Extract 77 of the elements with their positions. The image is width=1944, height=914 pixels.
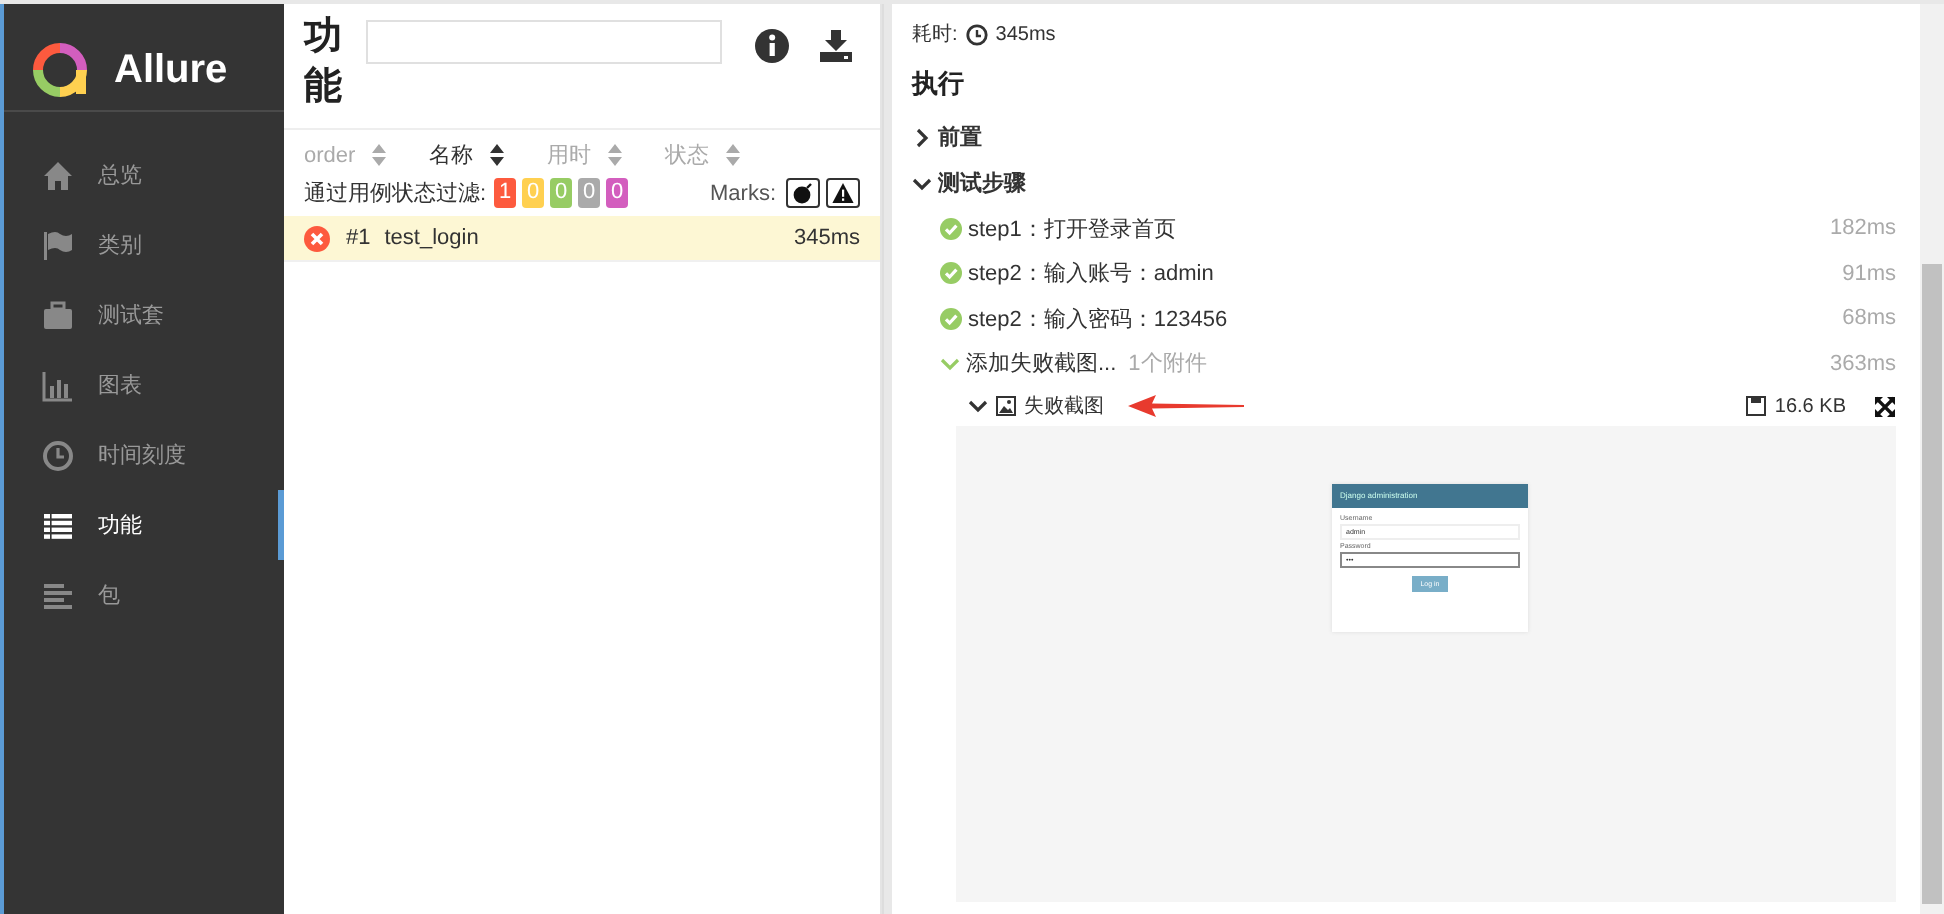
sort-icon bbox=[607, 144, 622, 167]
sort-icon bbox=[489, 144, 504, 167]
marks-label: Marks: bbox=[710, 181, 776, 206]
step-duration: 363ms bbox=[1829, 351, 1896, 376]
attachment-size: 16.6 KB bbox=[1774, 395, 1846, 417]
sort-header[interactable]: order bbox=[304, 140, 386, 171]
bomb-icon bbox=[792, 182, 814, 205]
known-issue-mark-button[interactable] bbox=[826, 178, 860, 209]
flag-icon bbox=[42, 229, 74, 261]
sidebar-item[interactable]: 功能 bbox=[4, 490, 284, 560]
warning-icon bbox=[832, 182, 854, 205]
chevron-right-icon bbox=[912, 127, 932, 147]
duration-value: 345ms bbox=[995, 23, 1056, 45]
sort-header[interactable]: 状态 bbox=[665, 140, 740, 171]
filter-label: 通过用例状态过滤: bbox=[304, 179, 487, 209]
step-duration: 182ms bbox=[1829, 216, 1896, 241]
failed-icon bbox=[304, 225, 330, 252]
step-name: step2：输入密码：123456 bbox=[968, 305, 1228, 334]
status-filter[interactable]: 1 bbox=[494, 178, 517, 209]
passed-icon bbox=[940, 217, 962, 240]
passed-icon bbox=[940, 307, 962, 330]
section-title: 执行 bbox=[912, 66, 966, 102]
sidebar-item[interactable]: 包 bbox=[4, 560, 284, 630]
logo-icon bbox=[32, 42, 88, 98]
download-icon bbox=[818, 28, 854, 64]
home-icon bbox=[42, 159, 74, 191]
sidebar-item[interactable]: 测试套 bbox=[4, 280, 284, 350]
step-row[interactable]: step2：输入账号：admin 91ms bbox=[912, 251, 1896, 296]
step-name: step1：打开登录首页 bbox=[968, 215, 1176, 244]
attachment-name: 失败截图 bbox=[1024, 393, 1104, 420]
align-left-icon bbox=[42, 579, 74, 611]
annotation-arrow-icon bbox=[1128, 394, 1248, 418]
group-header[interactable]: 测试步骤 bbox=[912, 160, 1896, 206]
step-row[interactable]: step2：输入密码：123456 68ms bbox=[912, 296, 1896, 341]
attachment-row[interactable]: 失败截图 16.6 KB bbox=[912, 386, 1896, 426]
sort-header[interactable]: 用时 bbox=[547, 140, 622, 171]
group-header[interactable]: 前置 bbox=[912, 114, 1896, 160]
bar-chart-icon bbox=[42, 369, 74, 401]
briefcase-icon bbox=[42, 299, 74, 331]
brand-name: Allure bbox=[114, 47, 228, 93]
sidebar-item[interactable]: 总览 bbox=[4, 140, 284, 210]
test-duration: 345ms bbox=[793, 226, 860, 251]
clock-icon bbox=[42, 439, 74, 471]
step-duration: 91ms bbox=[1842, 261, 1896, 286]
chevron-down-icon bbox=[912, 173, 932, 193]
duration-label: 耗时: bbox=[912, 21, 958, 48]
status-filter[interactable]: 0 bbox=[606, 178, 629, 209]
info-icon bbox=[754, 28, 790, 64]
sort-header[interactable]: 名称 bbox=[429, 140, 504, 171]
sidebar-item[interactable]: 时间刻度 bbox=[4, 420, 284, 490]
sort-icon bbox=[371, 144, 386, 167]
sort-icon bbox=[725, 144, 740, 167]
search-field[interactable] bbox=[366, 20, 722, 64]
passed-icon bbox=[940, 262, 962, 285]
flaky-mark-button[interactable] bbox=[786, 178, 820, 209]
step-row[interactable]: 添加失败截图... 1个附件 363ms bbox=[912, 341, 1896, 386]
sidebar-item[interactable]: 类别 bbox=[4, 210, 284, 280]
expand-icon bbox=[1874, 395, 1896, 417]
image-icon bbox=[996, 396, 1016, 416]
step-duration: 68ms bbox=[1842, 306, 1896, 331]
clock-icon bbox=[965, 23, 988, 45]
panel-splitter[interactable] bbox=[882, 4, 892, 914]
test-name: test_login bbox=[384, 226, 479, 251]
step-name: step2：输入账号：admin bbox=[968, 260, 1214, 289]
list-icon bbox=[42, 509, 74, 541]
sidebar-item[interactable]: 图表 bbox=[4, 350, 284, 420]
test-number: #1 bbox=[346, 226, 371, 251]
scrollbar-thumb[interactable] bbox=[1922, 264, 1942, 904]
step-name: 添加失败截图... bbox=[966, 350, 1117, 379]
test-row[interactable]: #1 test_login 345ms bbox=[284, 216, 880, 263]
page-title: 功能 bbox=[304, 14, 342, 112]
step-row[interactable]: step1：打开登录首页 182ms bbox=[912, 206, 1896, 251]
save-icon bbox=[1746, 396, 1767, 416]
chevron-down-icon bbox=[940, 353, 960, 374]
chevron-down-icon bbox=[968, 396, 988, 416]
attachment-count: 1个附件 bbox=[1128, 350, 1207, 379]
status-filter[interactable]: 0 bbox=[578, 178, 601, 209]
